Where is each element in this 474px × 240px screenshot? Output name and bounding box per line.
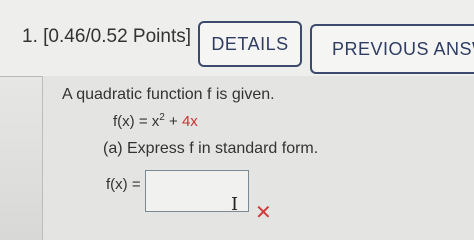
question-points: [0.46/0.52 Points] — [43, 26, 192, 47]
function-plus: + — [164, 113, 182, 130]
wrong-x-icon: ✕ — [255, 202, 272, 224]
function-lhs: f(x) = x — [113, 113, 160, 130]
function-definition: f(x) = x2 + 4x — [113, 112, 198, 130]
text-cursor-icon: I — [231, 194, 239, 215]
previous-answers-button[interactable]: PREVIOUS ANSW — [310, 24, 474, 74]
details-button[interactable]: DETAILS — [198, 21, 302, 67]
question-title: 1. [0.46/0.52 Points] — [22, 26, 191, 48]
part-a-prompt: (a) Express f in standard form. — [103, 140, 319, 157]
problem-intro: A quadratic function f is given. — [62, 86, 275, 103]
question-number: 1. — [22, 26, 38, 47]
function-linear-term: 4x — [181, 113, 198, 130]
answer-label: f(x) = — [106, 176, 141, 193]
